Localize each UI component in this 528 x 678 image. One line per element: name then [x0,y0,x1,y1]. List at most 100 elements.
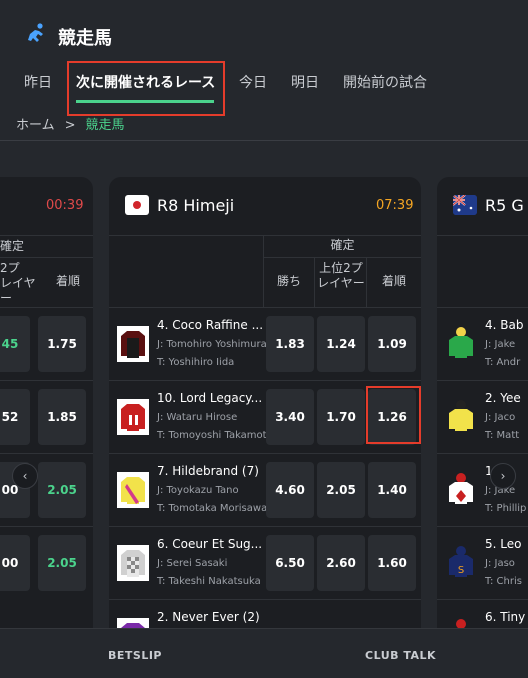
jockey-silk-icon [449,473,473,504]
jockey-name: J: Jaco [485,412,516,423]
jockey-name: J: Tomohiro Yoshimura [157,339,267,350]
horse-name: 10. Lord Legacy... [157,391,263,405]
horse-name: 7. Hildebrand (7) [157,464,259,478]
active-tab-indicator [76,100,214,103]
race-time: 07:39 [376,198,414,213]
australia-flag-icon [453,195,477,215]
japan-flag-icon [125,195,149,215]
group-header: 確定 [0,239,25,253]
scroll-left-button[interactable]: ‹ [12,463,38,489]
bottom-bar: BETSLIP CLUB TALK [0,628,528,678]
jockey-name: J: Jake [485,339,516,350]
race-card-left[interactable]: 00:39 確定 2プ レイヤー 着順 45 1.75 52 1.85 00 2.… [0,177,93,647]
divider [109,235,421,236]
horse-name: 4. Bab [485,318,524,332]
breadcrumb-home[interactable]: ホーム [16,118,55,133]
horse-name: 4. Coco Raffine ... [157,318,264,332]
odds-show[interactable]: 1.60 [368,535,416,591]
table-row: 52 1.85 [0,381,93,453]
club-talk-tab[interactable]: CLUB TALK [365,649,436,662]
race-name: R8 Himeji [157,196,235,215]
table-row[interactable]: 1. M J: Jake T: Phillip [437,454,528,526]
odds-show[interactable]: 1.75 [38,316,86,372]
chevron-left-icon: ‹ [22,469,28,483]
col-show-header: 着順 [55,274,80,288]
table-row[interactable]: 10. Lord Legacy... J: Wataru Hirose T: T… [109,381,421,453]
jockey-silk-icon [449,327,473,358]
odds-place[interactable]: 52 [0,389,30,445]
svg-text:S: S [458,565,464,576]
divider [437,235,528,236]
odds-win[interactable]: 1.83 [266,316,314,372]
race-card-main[interactable]: R8 Himeji 07:39 確定 勝ち 上位2プレイヤー 着順 4. Coc… [109,177,421,647]
breadcrumb: ホーム > 競走馬 [16,114,125,133]
table-row[interactable]: 7. Hildebrand (7) J: Toyokazu Tano T: To… [109,454,421,526]
breadcrumb-current: 競走馬 [85,118,125,133]
trainer-name: T: Tomotaka Morisawa [157,503,268,514]
jockey-silk-icon [449,400,473,431]
horse-name: 6. Tiny [485,610,526,624]
horse-racing-icon [28,23,43,42]
trainer-name: T: Andr [485,357,521,368]
jockey-silk-icon [117,545,149,581]
table-row[interactable]: S 5. Leo J: Jaso T: Chris [437,527,528,599]
odds-show[interactable]: 2.05 [38,535,86,591]
tab-next-races[interactable]: 次に開催されるレース [76,72,215,92]
table-row: 45 1.75 [0,308,93,380]
trainer-name: T: Tomoyoshi Takamoto [157,430,273,441]
odds-place[interactable]: 2.60 [317,535,365,591]
tab-today[interactable]: 今日 [239,72,267,92]
horse-name: 2. Yee [485,391,521,405]
trainer-name: T: Phillip [485,503,527,514]
table-row[interactable]: 2. Yee J: Jaco T: Matt [437,381,528,453]
scroll-right-button[interactable]: › [490,463,516,489]
odds-place[interactable]: 00 [0,535,30,591]
jockey-silk-icon [117,399,149,435]
table-row: 00 2.05 [0,527,93,599]
chevron-right-icon: › [500,469,506,483]
betslip-tab[interactable]: BETSLIP [108,649,162,662]
col-place-header: 2プ レイヤー [0,261,36,305]
col-win-header: 勝ち [276,274,301,288]
divider [0,235,93,236]
col-place-header: 上位2プレイヤー [317,261,365,290]
odds-place[interactable]: 1.24 [317,316,365,372]
table-row[interactable]: 6. Coeur Et Sug... J: Serei Sasaki T: Ta… [109,527,421,599]
jockey-silk-icon: S [449,546,473,577]
odds-show[interactable]: 1.26 [368,389,416,445]
trainer-name: T: Takeshi Nakatsuka [157,576,261,587]
breadcrumb-separator: > [64,118,76,133]
tab-upcoming-matches[interactable]: 開始前の試合 [343,72,427,92]
odds-win[interactable]: 4.60 [266,462,314,518]
divider [0,257,93,258]
table-row[interactable]: 4. Coco Raffine ... J: Tomohiro Yoshimur… [109,308,421,380]
page-title: 競走馬 [58,28,112,49]
race-name: R5 G [485,196,524,215]
table-row: 00 2.05 [0,454,93,526]
odds-show[interactable]: 2.05 [38,462,86,518]
group-header: 確定 [330,238,355,252]
page-header: 競走馬 [0,0,528,60]
trainer-name: T: Matt [485,430,520,441]
tab-tomorrow[interactable]: 明日 [291,72,319,92]
jockey-name: J: Serei Sasaki [157,558,228,569]
odds-place[interactable]: 2.05 [317,462,365,518]
odds-place[interactable]: 1.70 [317,389,365,445]
odds-win[interactable]: 3.40 [266,389,314,445]
jockey-name: J: Toyokazu Tano [157,485,239,496]
race-card-right[interactable]: R5 G 4. Bab J: Jake T: Andr 2. Yee J: Ja… [437,177,528,647]
table-row[interactable]: 4. Bab J: Jake T: Andr [437,308,528,380]
odds-win[interactable]: 6.50 [266,535,314,591]
odds-place[interactable]: 45 [0,316,30,372]
horse-name: 6. Coeur Et Sug... [157,537,263,551]
jockey-name: J: Wataru Hirose [157,412,238,423]
tab-yesterday[interactable]: 昨日 [24,72,52,92]
odds-show[interactable]: 1.09 [368,316,416,372]
trainer-name: T: Yoshihiro Iida [157,357,235,368]
race-time: 00:39 [46,198,84,213]
horse-name: 5. Leo [485,537,522,551]
header-divider [0,140,528,141]
jockey-name: J: Jaso [485,558,515,569]
odds-show[interactable]: 1.85 [38,389,86,445]
odds-show[interactable]: 1.40 [368,462,416,518]
